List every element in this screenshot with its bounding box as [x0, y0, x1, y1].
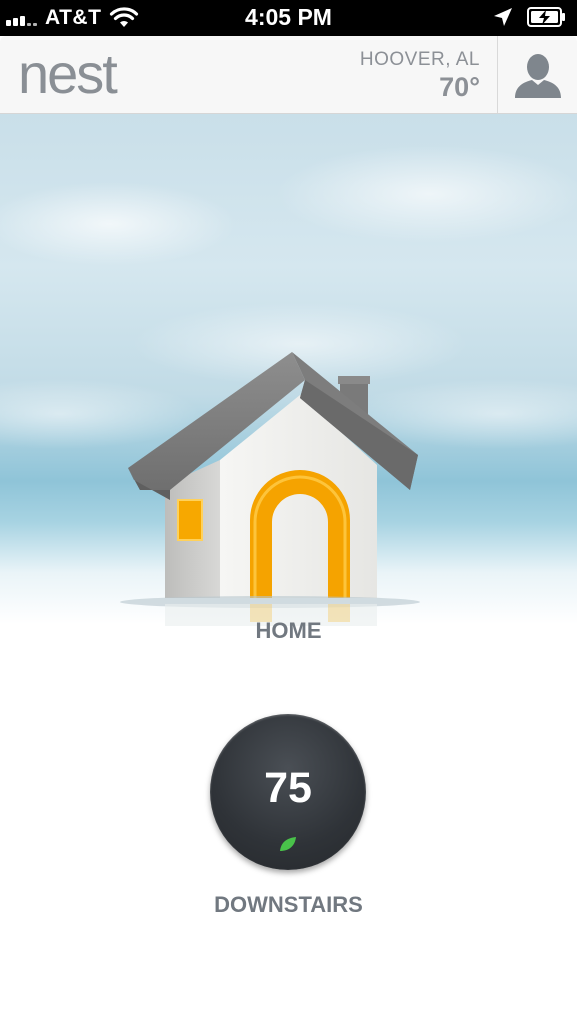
user-profile-icon [514, 53, 561, 98]
house-icon[interactable] [120, 340, 430, 630]
app-header: nest HOOVER, AL 70° [0, 36, 577, 114]
profile-button[interactable] [498, 36, 577, 113]
status-bar: AT&T 4:05 PM [0, 0, 577, 36]
nest-logo: nest [18, 42, 118, 105]
status-right [493, 6, 567, 28]
status-time: 4:05 PM [245, 4, 332, 30]
thermostat-target-temperature: 75 [264, 764, 312, 812]
weather-location: HOOVER, AL [359, 49, 480, 70]
structure-name: HOME [255, 618, 322, 643]
thermostat-dial[interactable]: 75 [210, 714, 366, 870]
outside-temperature: 70° [439, 72, 480, 102]
leaf-icon [280, 837, 296, 851]
thermostat-name: DOWNSTAIRS [214, 892, 363, 917]
location-arrow-icon [494, 8, 512, 26]
battery-charging-icon [527, 7, 565, 27]
